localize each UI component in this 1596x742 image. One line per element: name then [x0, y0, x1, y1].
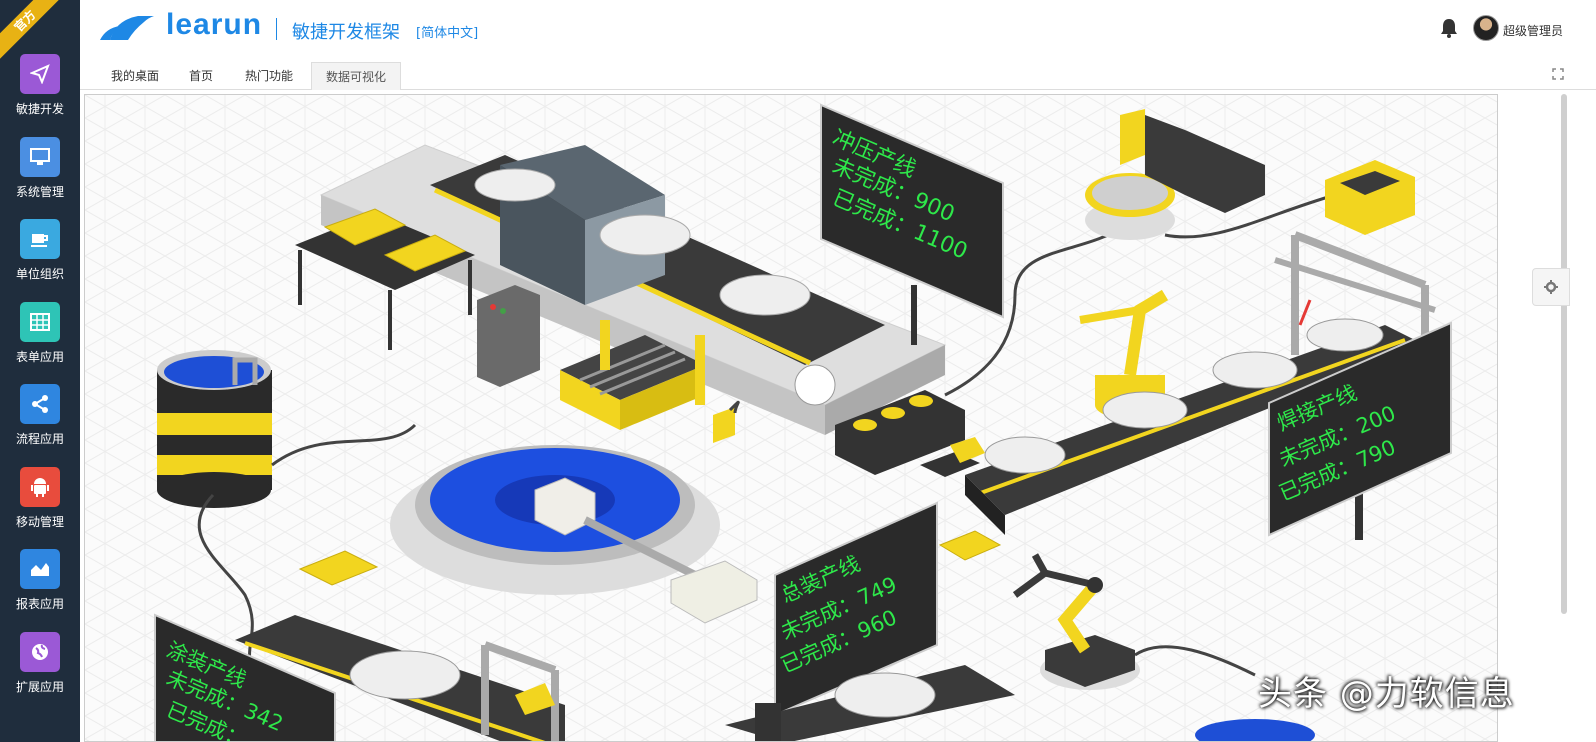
learun-logo-icon [100, 16, 154, 40]
language-switch[interactable]: [简体中文] [416, 22, 478, 41]
tab-hot-functions[interactable]: 热门功能 [234, 62, 304, 90]
gear-icon [1544, 280, 1558, 294]
sidebar-item-mobile[interactable]: 移动管理 [0, 467, 80, 551]
settings-gear-button[interactable] [1532, 268, 1570, 306]
tab-bar: 我的桌面 首页 热门功能 数据可视化 [80, 60, 1596, 90]
sidebar-item-label: 移动管理 [15, 515, 64, 529]
area-chart-icon [20, 549, 60, 589]
share-icon [20, 384, 60, 424]
avatar[interactable] [1473, 15, 1499, 41]
monitor-icon [20, 137, 60, 177]
tab-my-desktop[interactable]: 我的桌面 [100, 62, 170, 90]
sidebar-item-label: 敏捷开发 [15, 102, 64, 116]
sidebar-item-extension[interactable]: 扩展应用 [0, 632, 80, 716]
content-scrollbar[interactable] [1561, 94, 1567, 614]
coffee-cup-icon [20, 219, 60, 259]
bell-icon[interactable] [1440, 18, 1458, 38]
data-visualization-panel: 冲压产线 未完成：900 已完成：1100 焊接产线 未完成：200 已完成：7… [84, 94, 1498, 742]
sidebar-item-label: 单位组织 [15, 267, 64, 281]
logo-divider [276, 18, 277, 40]
sidebar-item-system[interactable]: 系统管理 [0, 137, 80, 221]
sidebar-item-label: 报表应用 [15, 597, 64, 611]
sidebar-item-form[interactable]: 表单应用 [0, 302, 80, 386]
sidebar-item-label: 流程应用 [15, 432, 64, 446]
sidebar-item-label: 系统管理 [15, 185, 64, 199]
tab-home[interactable]: 首页 [176, 62, 226, 90]
logo-text: learun [166, 8, 263, 41]
app-title: 敏捷开发框架 [292, 22, 400, 43]
sidebar-item-organization[interactable]: 单位组织 [0, 219, 80, 303]
sidebar: 官方 敏捷开发 系统管理 单位组织 表单应用 流程应用 移动管理 报表应用 扩展… [0, 0, 80, 742]
sidebar-item-label: 扩展应用 [15, 680, 64, 694]
watermark: 头条 @力软信息 [1258, 674, 1515, 714]
fullscreen-icon[interactable] [1552, 68, 1564, 80]
control-cabinet [477, 285, 540, 387]
tab-data-visualization[interactable]: 数据可视化 [311, 62, 401, 90]
liquid-tank [157, 350, 272, 508]
paper-plane-icon [20, 54, 60, 94]
username[interactable]: 超级管理员 [1503, 22, 1563, 39]
android-icon [20, 467, 60, 507]
factory-scene: 冲压产线 未完成：900 已完成：1100 焊接产线 未完成：200 已完成：7… [85, 95, 1497, 741]
table-icon [20, 302, 60, 342]
sidebar-item-agile-dev[interactable]: 敏捷开发 [0, 54, 80, 138]
globe-icon [20, 632, 60, 672]
sidebar-item-workflow[interactable]: 流程应用 [0, 384, 80, 468]
sidebar-item-report[interactable]: 报表应用 [0, 549, 80, 633]
sidebar-item-label: 表单应用 [15, 350, 64, 364]
